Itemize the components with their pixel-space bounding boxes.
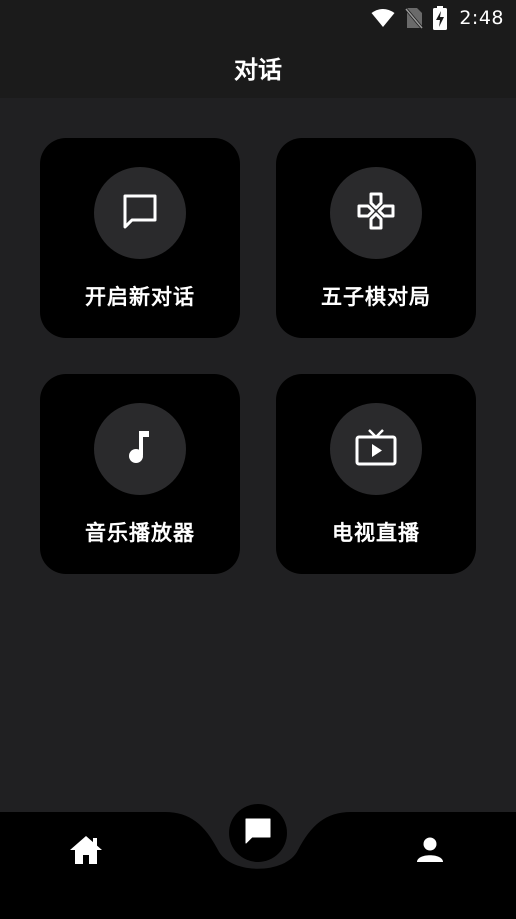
card-live-tv[interactable]: 电视直播 (276, 374, 476, 574)
card-label: 电视直播 (332, 521, 420, 545)
nav-profile-button[interactable] (408, 830, 452, 874)
chat-bubble-icon (120, 191, 160, 235)
icon-circle (330, 403, 422, 495)
card-music-player[interactable]: 音乐播放器 (40, 374, 240, 574)
music-note-icon (120, 427, 160, 471)
chat-icon (243, 816, 273, 850)
wifi-icon (371, 8, 395, 28)
icon-circle (94, 403, 186, 495)
tv-icon (354, 427, 398, 471)
no-sim-icon (405, 7, 424, 29)
gamepad-icon (356, 191, 396, 235)
bottom-nav (0, 780, 516, 919)
person-icon (415, 835, 445, 869)
card-label: 音乐播放器 (85, 521, 195, 545)
card-label: 五子棋对局 (321, 285, 431, 309)
nav-home-button[interactable] (64, 830, 108, 874)
page-title: 对话 (234, 55, 282, 84)
card-gomoku[interactable]: 五子棋对局 (276, 138, 476, 338)
battery-charging-icon (433, 6, 448, 30)
status-time: 2:48 (459, 7, 504, 29)
status-bar: 2:48 (0, 0, 516, 36)
nav-chat-button[interactable] (229, 804, 287, 862)
card-new-chat[interactable]: 开启新对话 (40, 138, 240, 338)
card-label: 开启新对话 (85, 285, 195, 309)
home-icon (68, 834, 104, 870)
icon-circle (94, 167, 186, 259)
app-bar: 对话 (0, 36, 516, 98)
icon-circle (330, 167, 422, 259)
